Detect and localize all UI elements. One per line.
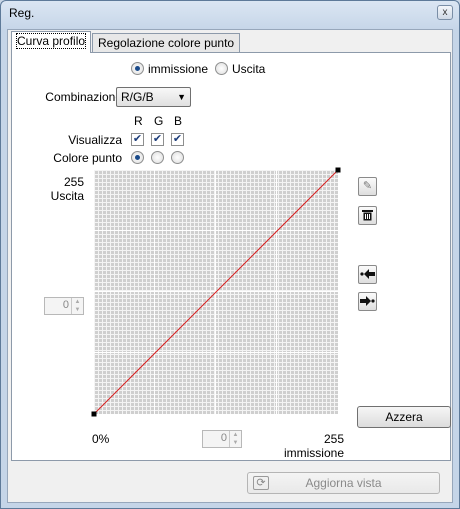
spinner-arrows-icon[interactable]: ▲ ▼ (71, 298, 83, 314)
refresh-view-button[interactable]: ⟳ Aggiorna vista (247, 472, 440, 494)
input-spinner[interactable]: 0 ▲ ▼ (202, 430, 242, 448)
eyedropper-icon: ✎ (362, 180, 373, 192)
export-point-button[interactable] (358, 292, 377, 311)
tab-regolazione-colore-punto[interactable]: Regolazione colore punto (92, 33, 241, 52)
x-max-label: 255 (323, 432, 344, 446)
title-bar: Reg. x (1, 1, 459, 27)
close-icon: x (442, 7, 448, 18)
refresh-view-label: Aggiorna vista (305, 476, 382, 490)
reset-button[interactable]: Azzera (357, 406, 451, 428)
curve-graph[interactable] (91, 167, 341, 417)
channel-header-g: G (154, 114, 164, 128)
tab-curva-profilo-label: Curva profilo (15, 33, 87, 49)
delete-point-button[interactable] (358, 206, 377, 225)
curve-line (93, 169, 339, 415)
tab-curva-profilo[interactable]: Curva profilo (11, 31, 92, 53)
curve-control-point[interactable] (335, 167, 341, 173)
output-spinner-value: 0 (62, 299, 69, 311)
tone-curve (91, 167, 341, 417)
visualizza-label: Visualizza (68, 133, 122, 147)
eyedropper-button[interactable]: ✎ (358, 177, 377, 196)
combinazione-select[interactable]: R/G/B ▼ (116, 87, 191, 107)
radio-colore-punto-r[interactable] (131, 151, 144, 164)
import-point-button[interactable] (358, 265, 377, 284)
check-icon: ✔ (172, 133, 183, 145)
combinazione-label: Combinazione (45, 90, 122, 104)
output-spinner[interactable]: 0 ▲ ▼ (44, 297, 84, 315)
window: Reg. x Curva profilo Regolazione colore … (0, 0, 460, 509)
colore-punto-label: Colore punto (53, 151, 122, 165)
import-point-icon (360, 269, 375, 279)
x-min-label: 0% (92, 432, 110, 446)
curve-control-point[interactable] (91, 411, 97, 417)
radio-immissione[interactable] (131, 62, 144, 75)
dialog-body: Curva profilo Regolazione colore punto i… (7, 29, 453, 503)
radio-colore-punto-b[interactable] (171, 151, 184, 164)
checkbox-visualizza-b[interactable]: ✔ (171, 133, 184, 146)
check-icon: ✔ (152, 133, 163, 145)
reset-button-label: Azzera (385, 410, 423, 424)
spinner-arrows-icon[interactable]: ▲ ▼ (229, 431, 241, 447)
check-icon: ✔ (132, 133, 143, 145)
channel-header-b: B (174, 114, 183, 128)
close-button[interactable]: x (437, 5, 453, 20)
y-max-label: 255 (63, 175, 84, 189)
radio-uscita[interactable] (215, 62, 228, 75)
trash-icon (362, 210, 373, 221)
checkbox-visualizza-r[interactable]: ✔ (131, 133, 144, 146)
radio-colore-punto-g[interactable] (151, 151, 164, 164)
radio-uscita-label: Uscita (232, 62, 266, 76)
tab-panel: immissione Uscita Combinazione R/G/B ▼ R… (11, 52, 451, 461)
checkbox-visualizza-g[interactable]: ✔ (151, 133, 164, 146)
y-axis-label: Uscita (50, 189, 84, 203)
input-spinner-value: 0 (220, 432, 227, 444)
window-title: Reg. (9, 6, 35, 20)
export-point-icon (360, 296, 375, 306)
radio-immissione-label: immissione (148, 62, 209, 76)
channel-header-r: R (134, 114, 143, 128)
combinazione-value: R/G/B (121, 90, 154, 104)
x-axis-label: immissione (283, 446, 344, 460)
refresh-icon: ⟳ (253, 476, 269, 490)
tab-regolazione-colore-punto-label: Regolazione colore punto (98, 36, 235, 50)
chevron-down-icon: ▼ (177, 92, 186, 102)
